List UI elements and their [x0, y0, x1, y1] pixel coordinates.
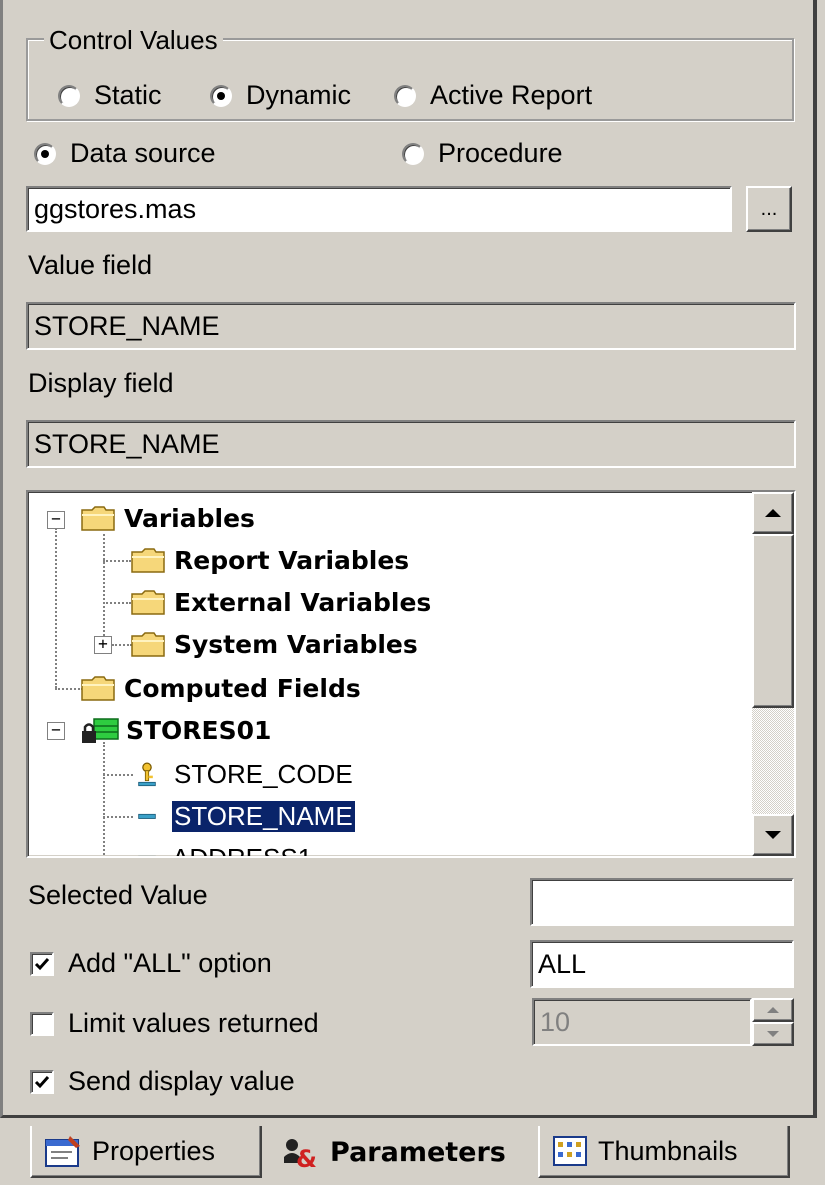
field-icon — [138, 813, 156, 819]
limit-values-option[interactable]: Limit values returned — [30, 1008, 319, 1039]
limit-values-input[interactable]: 10 — [532, 998, 752, 1046]
tree-item-label: Report Variables — [174, 545, 410, 575]
tree-connector — [103, 742, 105, 856]
radio-procedure-label: Procedure — [438, 138, 563, 168]
tab-thumbnails[interactable]: Thumbnails — [538, 1126, 790, 1178]
radio-dynamic-indicator[interactable] — [210, 84, 232, 107]
add-all-label: Add "ALL" option — [68, 948, 272, 978]
send-display-option[interactable]: Send display value — [30, 1066, 295, 1097]
thumbnails-icon — [553, 1136, 587, 1166]
svg-text:&: & — [296, 1145, 317, 1169]
add-all-checkbox[interactable] — [30, 951, 54, 976]
radio-active-report-indicator[interactable] — [394, 84, 416, 107]
key-field-icon — [138, 762, 156, 787]
radio-procedure[interactable]: Procedure — [402, 138, 563, 169]
limit-values-checkbox[interactable] — [30, 1011, 54, 1036]
tree-item-label: STORES01 — [126, 715, 272, 745]
tree-item-address1[interactable]: ADDRESS1 — [132, 838, 312, 856]
radio-dynamic-label: Dynamic — [246, 80, 352, 110]
expand-system-variables-toggle[interactable]: + — [94, 636, 112, 654]
radio-static-indicator[interactable] — [58, 84, 80, 107]
folder-icon — [131, 590, 165, 615]
value-field-label: Value field — [28, 250, 153, 280]
arrow-down-icon — [767, 1031, 779, 1037]
radio-data-source-indicator[interactable] — [34, 142, 56, 165]
selected-value-input[interactable] — [530, 878, 794, 926]
spinner-down-button[interactable] — [752, 1022, 794, 1046]
checkmark-icon — [34, 957, 50, 970]
tree-connector — [103, 560, 131, 562]
properties-icon — [45, 1136, 80, 1167]
tree-item-stores01[interactable]: STORES01 — [80, 710, 271, 750]
data-source-input[interactable]: ggstores.mas — [26, 186, 732, 232]
tab-thumbnails-label: Thumbnails — [598, 1135, 738, 1166]
limit-values-label: Limit values returned — [68, 1008, 319, 1038]
tree-item-system-variables[interactable]: System Variables — [130, 624, 418, 664]
add-all-option[interactable]: Add "ALL" option — [30, 948, 272, 979]
radio-static-label: Static — [94, 80, 162, 110]
tree-item-label: System Variables — [174, 629, 418, 659]
display-field-label: Display field — [28, 368, 174, 398]
checkmark-icon — [34, 1075, 50, 1088]
field-tree-content: − Variables Report Variables External Va… — [28, 492, 748, 856]
tree-item-label: STORE_NAME — [171, 799, 356, 833]
tree-item-label: Computed Fields — [124, 673, 361, 703]
tree-connector — [103, 534, 105, 644]
tree-item-external-variables[interactable]: External Variables — [130, 582, 431, 622]
browse-button[interactable]: ... — [746, 186, 792, 232]
folder-icon — [131, 548, 165, 573]
tab-parameters-label: Parameters — [330, 1136, 506, 1168]
spinner-up-button[interactable] — [752, 998, 794, 1022]
locked-table-icon — [82, 718, 119, 743]
tree-connector — [55, 528, 57, 688]
selected-value-label: Selected Value — [28, 880, 208, 910]
tab-parameters[interactable]: & Parameters — [268, 1126, 530, 1178]
all-option-input[interactable]: ALL — [530, 940, 794, 988]
radio-active-report-label: Active Report — [430, 80, 593, 110]
radio-active-report[interactable]: Active Report — [394, 80, 592, 111]
folder-icon — [131, 632, 165, 657]
tree-connector — [103, 816, 133, 818]
tree-item-label: External Variables — [174, 587, 432, 617]
folder-icon — [81, 676, 115, 701]
tree-item-label: STORE_CODE — [174, 758, 353, 789]
tree-item-variables[interactable]: Variables — [80, 498, 255, 538]
display-field-input[interactable]: STORE_NAME — [26, 420, 796, 468]
tree-connector — [103, 602, 131, 604]
arrow-down-icon — [765, 831, 781, 839]
collapse-stores01-toggle[interactable]: − — [47, 722, 65, 740]
tab-properties-label: Properties — [92, 1135, 216, 1166]
radio-dynamic[interactable]: Dynamic — [210, 80, 351, 111]
field-tree[interactable]: − Variables Report Variables External Va… — [26, 490, 796, 858]
scroll-down-button[interactable] — [752, 814, 794, 856]
collapse-variables-toggle[interactable]: − — [47, 511, 65, 529]
tree-item-label: ADDRESS1 — [172, 843, 312, 857]
radio-static[interactable]: Static — [58, 80, 162, 111]
scroll-thumb[interactable] — [752, 534, 794, 708]
control-values-legend: Control Values — [44, 25, 223, 56]
radio-data-source-label: Data source — [70, 138, 216, 168]
value-field-input[interactable]: STORE_NAME — [26, 302, 796, 350]
tree-item-store-code[interactable]: STORE_CODE — [132, 754, 353, 794]
scroll-up-button[interactable] — [752, 492, 794, 534]
field-icon — [138, 855, 156, 856]
send-display-checkbox[interactable] — [30, 1069, 54, 1094]
parameters-icon: & — [284, 1139, 317, 1169]
tree-item-computed-fields[interactable]: Computed Fields — [80, 668, 361, 708]
tree-item-label: Variables — [124, 503, 255, 533]
radio-procedure-indicator[interactable] — [402, 142, 424, 165]
tree-connector — [55, 688, 83, 690]
tree-item-store-name[interactable]: STORE_NAME — [132, 796, 356, 836]
folder-icon — [81, 506, 115, 531]
tree-connector — [103, 774, 133, 776]
tree-connector — [112, 644, 132, 646]
arrow-up-icon — [765, 509, 781, 517]
tree-item-report-variables[interactable]: Report Variables — [130, 540, 409, 580]
radio-data-source[interactable]: Data source — [34, 138, 216, 169]
tab-properties[interactable]: Properties — [30, 1126, 262, 1178]
arrow-up-icon — [767, 1007, 779, 1013]
send-display-label: Send display value — [68, 1066, 295, 1096]
tree-scrollbar[interactable] — [752, 492, 794, 856]
